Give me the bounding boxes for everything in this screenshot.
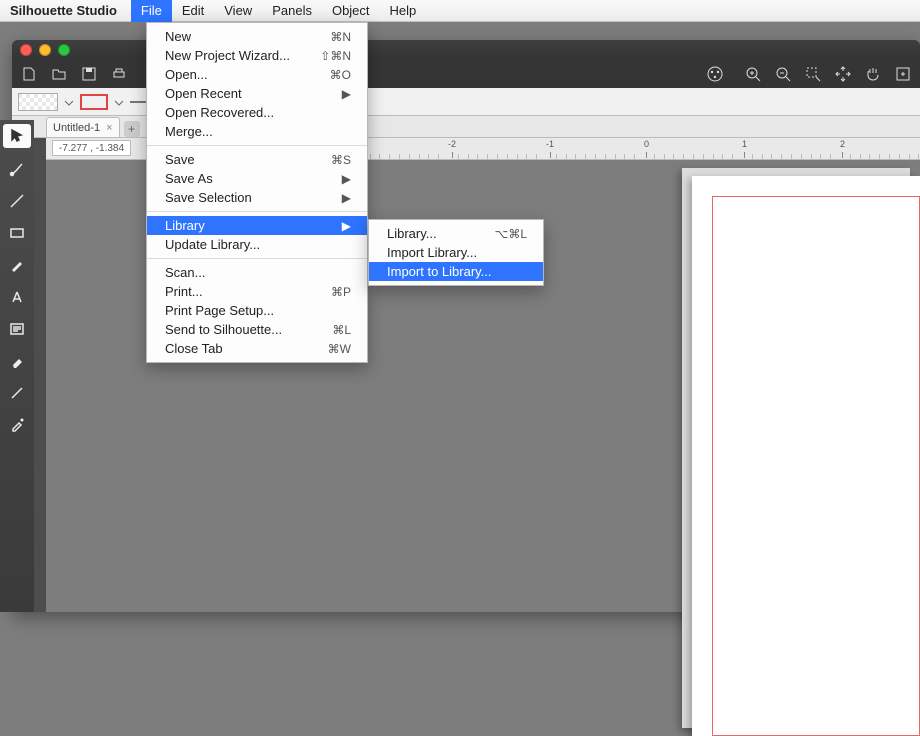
chevron-down-icon[interactable] [114, 98, 124, 108]
menu-item-print[interactable]: Print...⌘P [147, 282, 367, 301]
add-tab-button[interactable]: + [124, 121, 140, 137]
freehand-tool[interactable] [5, 254, 29, 276]
ruler-tick: 1 [742, 138, 747, 160]
app-name: Silhouette Studio [10, 3, 117, 18]
file-menu-dropdown: New⌘NNew Project Wizard...⇧⌘NOpen...⌘OOp… [146, 22, 368, 363]
menu-item-print-page-setup[interactable]: Print Page Setup... [147, 301, 367, 320]
menu-edit[interactable]: Edit [172, 0, 214, 22]
menu-item-save-selection[interactable]: Save Selection▶ [147, 188, 367, 207]
menu-item-open[interactable]: Open...⌘O [147, 65, 367, 84]
menu-item-send-to-silhouette[interactable]: Send to Silhouette...⌘L [147, 320, 367, 339]
edit-points-tool[interactable] [5, 158, 29, 180]
menu-item-library[interactable]: Library▶ [147, 216, 367, 235]
library-submenu: Library...⌥⌘LImport Library...Import to … [368, 219, 544, 286]
line-tool[interactable] [5, 190, 29, 212]
rectangle-tool[interactable] [5, 222, 29, 244]
ruler-tick: 2 [840, 138, 845, 160]
document-tab[interactable]: Untitled-1 × [46, 117, 120, 137]
menu-item-close-tab[interactable]: Close Tab⌘W [147, 339, 367, 358]
menu-separator [147, 211, 367, 212]
cut-border [712, 196, 920, 736]
menu-item-update-library[interactable]: Update Library... [147, 235, 367, 254]
menubar: Silhouette Studio FileEditViewPanelsObje… [0, 0, 920, 22]
menu-separator [147, 145, 367, 146]
select-tool[interactable] [3, 124, 31, 148]
menu-separator [147, 258, 367, 259]
menu-item-new[interactable]: New⌘N [147, 27, 367, 46]
submenu-item-import-to-library[interactable]: Import to Library... [369, 262, 543, 281]
menu-item-new-project-wizard[interactable]: New Project Wizard...⇧⌘N [147, 46, 367, 65]
fill-swatch[interactable] [18, 93, 58, 111]
print-icon[interactable] [110, 65, 128, 83]
pan-icon[interactable] [864, 65, 882, 83]
menu-file[interactable]: File [131, 0, 172, 22]
fit-screen-icon[interactable] [834, 65, 852, 83]
menu-view[interactable]: View [214, 0, 262, 22]
zoom-select-icon[interactable] [804, 65, 822, 83]
ruler-tick: -2 [448, 138, 456, 160]
menu-item-save[interactable]: Save⌘S [147, 150, 367, 169]
notes-tool[interactable] [5, 318, 29, 340]
maximize-icon[interactable] [58, 44, 70, 56]
minimize-icon[interactable] [39, 44, 51, 56]
save-icon[interactable] [80, 65, 98, 83]
eraser-tool[interactable] [5, 350, 29, 372]
menu-object[interactable]: Object [322, 0, 380, 22]
stroke-swatch[interactable] [80, 94, 108, 110]
menu-help[interactable]: Help [380, 0, 427, 22]
menu-item-open-recovered[interactable]: Open Recovered... [147, 103, 367, 122]
ruler-tick: 0 [644, 138, 649, 160]
center-icon[interactable] [894, 65, 912, 83]
submenu-item-import-library[interactable]: Import Library... [369, 243, 543, 262]
menu-panels[interactable]: Panels [262, 0, 322, 22]
palette-icon[interactable] [706, 65, 724, 83]
menu-item-merge[interactable]: Merge... [147, 122, 367, 141]
tab-label: Untitled-1 [53, 122, 100, 134]
new-file-icon[interactable] [20, 65, 38, 83]
zoom-out-icon[interactable] [774, 65, 792, 83]
menu-item-open-recent[interactable]: Open Recent▶ [147, 84, 367, 103]
tool-palette [0, 120, 34, 612]
text-tool[interactable] [5, 286, 29, 308]
menu-item-save-as[interactable]: Save As▶ [147, 169, 367, 188]
close-icon[interactable] [20, 44, 32, 56]
page[interactable] [692, 176, 920, 736]
zoom-in-icon[interactable] [744, 65, 762, 83]
coordinate-readout: -7.277 , -1.384 [52, 140, 131, 156]
menu-item-scan[interactable]: Scan... [147, 263, 367, 282]
ruler-tick: -1 [546, 138, 554, 160]
open-folder-icon[interactable] [50, 65, 68, 83]
knife-tool[interactable] [5, 382, 29, 404]
submenu-item-library[interactable]: Library...⌥⌘L [369, 224, 543, 243]
eyedropper-tool[interactable] [5, 414, 29, 436]
close-tab-icon[interactable]: × [106, 122, 112, 134]
chevron-down-icon[interactable] [64, 98, 74, 108]
